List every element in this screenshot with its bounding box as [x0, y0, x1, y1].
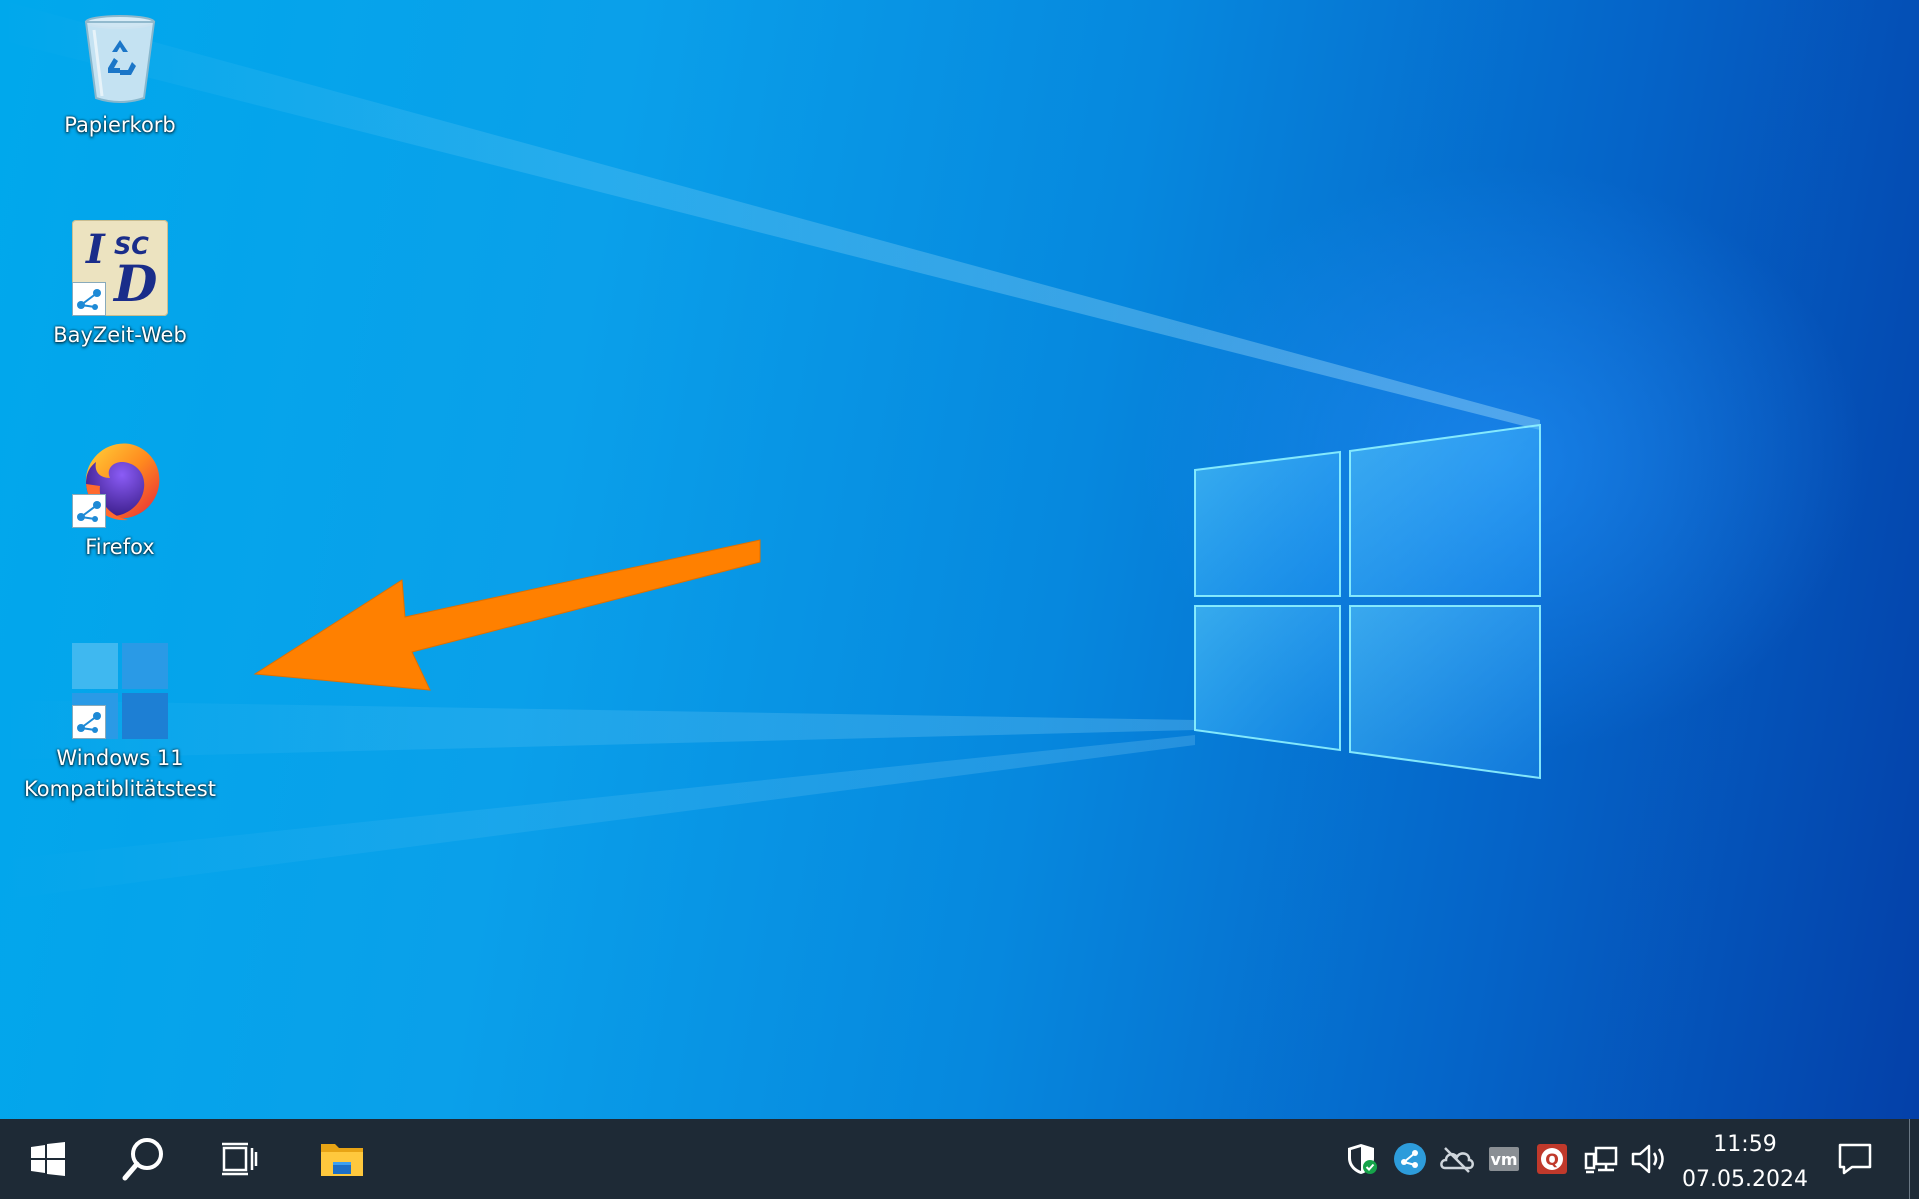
- q-app-icon[interactable]: Q: [1534, 1141, 1570, 1177]
- desktop-icon-label: BayZeit-Web: [53, 323, 187, 347]
- volume-icon[interactable]: [1630, 1141, 1666, 1177]
- desktop-icon-recycle-bin[interactable]: Papierkorb: [45, 10, 195, 141]
- recycle-bin-icon: [84, 15, 156, 103]
- search-button[interactable]: [96, 1119, 192, 1199]
- task-view-button[interactable]: [192, 1119, 288, 1199]
- start-button[interactable]: [0, 1119, 96, 1199]
- desktop-icon-bayzeit-web[interactable]: I SC D BayZeit-Web: [45, 220, 195, 351]
- annotation-arrow: [253, 539, 761, 691]
- windows-security-icon[interactable]: [1345, 1141, 1381, 1177]
- clock-date: 07.05.2024: [1682, 1167, 1808, 1192]
- search-icon: [122, 1138, 163, 1181]
- onedrive-icon[interactable]: [1439, 1141, 1475, 1177]
- show-desktop-button[interactable]: [1909, 1119, 1919, 1199]
- share-connector-icon[interactable]: [1392, 1141, 1428, 1177]
- task-view-icon: [222, 1142, 258, 1176]
- file-explorer-icon: [321, 1144, 363, 1176]
- action-center-icon: [1838, 1143, 1872, 1175]
- vmware-icon[interactable]: vm: [1486, 1141, 1522, 1177]
- shortcut-arrow-icon: [72, 494, 106, 528]
- clock-time: 11:59: [1713, 1132, 1777, 1157]
- windows-start-icon: [31, 1142, 65, 1176]
- desktop-icon-label: Windows 11 Kompatiblitätstest: [24, 746, 216, 801]
- desktop-icon-label: Firefox: [85, 535, 155, 559]
- desktop[interactable]: Papierkorb I SC D BayZeit-Web Firefox Wi…: [0, 0, 1919, 1119]
- action-center-button[interactable]: [1825, 1119, 1885, 1199]
- desktop-icon-windows11-check[interactable]: Windows 11 Kompatiblitätstest: [24, 643, 216, 805]
- shortcut-arrow-icon: [72, 705, 106, 739]
- shortcut-arrow-icon: [72, 282, 106, 316]
- taskbar: vm Q 11:59 07.05.2024: [0, 1119, 1919, 1199]
- taskbar-clock[interactable]: 11:59 07.05.2024: [1675, 1127, 1815, 1197]
- file-explorer-button[interactable]: [294, 1119, 390, 1199]
- desktop-icon-label: Papierkorb: [64, 113, 176, 137]
- network-icon[interactable]: [1583, 1141, 1619, 1177]
- desktop-icon-firefox[interactable]: Firefox: [45, 432, 195, 563]
